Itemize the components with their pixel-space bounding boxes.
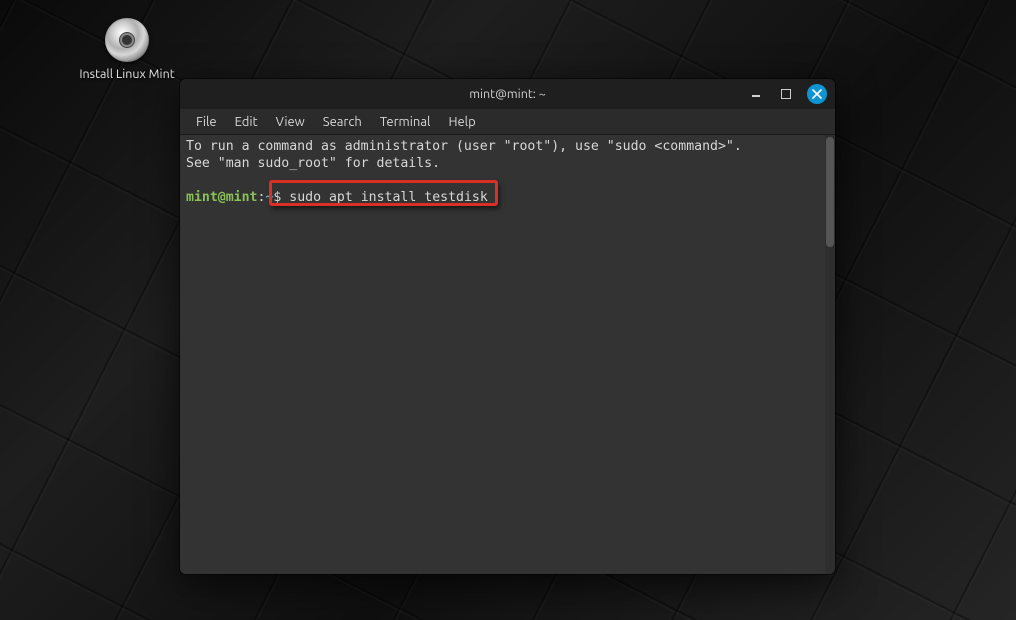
menu-search[interactable]: Search	[315, 112, 370, 132]
prompt-symbol: $	[273, 190, 289, 205]
terminal-prompt-line: mint@mint:~$ sudo apt install testdisk	[186, 190, 829, 207]
terminal-window: mint@mint: ~ File Edit View Search Termi…	[180, 79, 835, 574]
prompt-at: @	[218, 190, 226, 205]
window-controls	[747, 79, 827, 109]
window-title: mint@mint: ~	[469, 87, 546, 101]
terminal-scrollbar[interactable]	[825, 135, 835, 574]
menubar: File Edit View Search Terminal Help	[180, 109, 835, 135]
minimize-button[interactable]	[747, 85, 765, 103]
menu-view[interactable]: View	[268, 112, 313, 132]
close-button[interactable]	[807, 84, 827, 104]
terminal-output-line: See "man sudo_root" for details.	[186, 156, 829, 173]
maximize-button[interactable]	[777, 85, 795, 103]
terminal-output-line: To run a command as administrator (user …	[186, 139, 829, 156]
menu-edit[interactable]: Edit	[227, 112, 266, 132]
terminal-blank-line	[186, 173, 829, 190]
menu-terminal[interactable]: Terminal	[372, 112, 439, 132]
prompt-host: mint	[226, 190, 258, 205]
terminal-command: sudo apt install testdisk	[289, 190, 488, 205]
prompt-user: mint	[186, 190, 218, 205]
terminal-body[interactable]: To run a command as administrator (user …	[180, 135, 835, 574]
window-titlebar[interactable]: mint@mint: ~	[180, 79, 835, 109]
disc-icon	[105, 18, 149, 62]
menu-help[interactable]: Help	[440, 112, 483, 132]
menu-file[interactable]: File	[188, 112, 225, 132]
desktop-icon-label: Install Linux Mint	[72, 66, 182, 82]
close-icon	[812, 89, 822, 99]
install-linux-mint-launcher[interactable]: Install Linux Mint	[72, 18, 182, 82]
